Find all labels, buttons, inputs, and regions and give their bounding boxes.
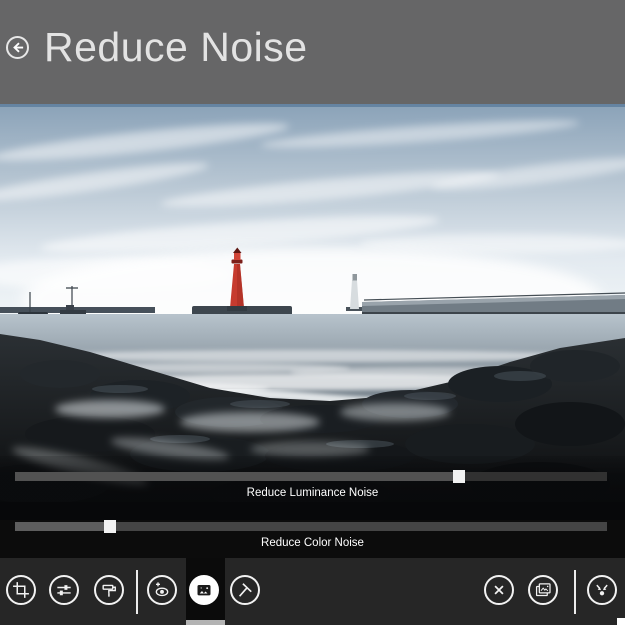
toolbar-divider-right xyxy=(574,570,576,614)
cancel-button[interactable] xyxy=(484,575,514,605)
photo-stack-button[interactable] xyxy=(528,575,558,605)
luminance-noise-slider[interactable] xyxy=(15,470,607,483)
crop-button[interactable] xyxy=(6,575,36,605)
razor-icon xyxy=(238,583,252,597)
sliders-icon xyxy=(57,585,71,596)
photo-stack-icon xyxy=(535,583,551,597)
color-slider-thumb[interactable] xyxy=(103,520,116,533)
toolbar-divider-left xyxy=(136,570,138,614)
app-header: Reduce Noise xyxy=(0,0,625,104)
razor-button[interactable] xyxy=(230,575,260,605)
luminance-slider-thumb[interactable] xyxy=(453,470,465,483)
merge-arrows-icon xyxy=(596,584,608,596)
red-eye-icon xyxy=(155,582,169,597)
color-slider-label: Reduce Color Noise xyxy=(261,537,364,549)
crop-icon xyxy=(13,582,29,598)
app-window: Reduce Noise Reduce Luminance Noise Redu… xyxy=(0,0,625,625)
photo-noise-icon xyxy=(197,585,211,596)
selected-tool-underline xyxy=(186,620,225,625)
cancel-x-icon xyxy=(494,585,504,595)
back-button[interactable] xyxy=(6,36,29,59)
adjustments-button[interactable] xyxy=(49,575,79,605)
slider-track[interactable] xyxy=(15,472,607,481)
page-title: Reduce Noise xyxy=(44,24,308,70)
red-eye-button[interactable] xyxy=(147,575,177,605)
share-merge-button[interactable] xyxy=(587,575,617,605)
app-bar xyxy=(0,558,625,625)
corner-gripper[interactable] xyxy=(617,618,625,625)
color-noise-slider[interactable] xyxy=(15,520,607,533)
paint-roller-icon xyxy=(102,584,116,597)
reduce-noise-button[interactable] xyxy=(189,575,219,605)
slider-fill xyxy=(15,522,110,531)
paint-roller-button[interactable] xyxy=(94,575,124,605)
back-arrow-icon xyxy=(13,42,24,53)
slider-fill xyxy=(15,472,459,481)
luminance-slider-label: Reduce Luminance Noise xyxy=(246,487,379,499)
